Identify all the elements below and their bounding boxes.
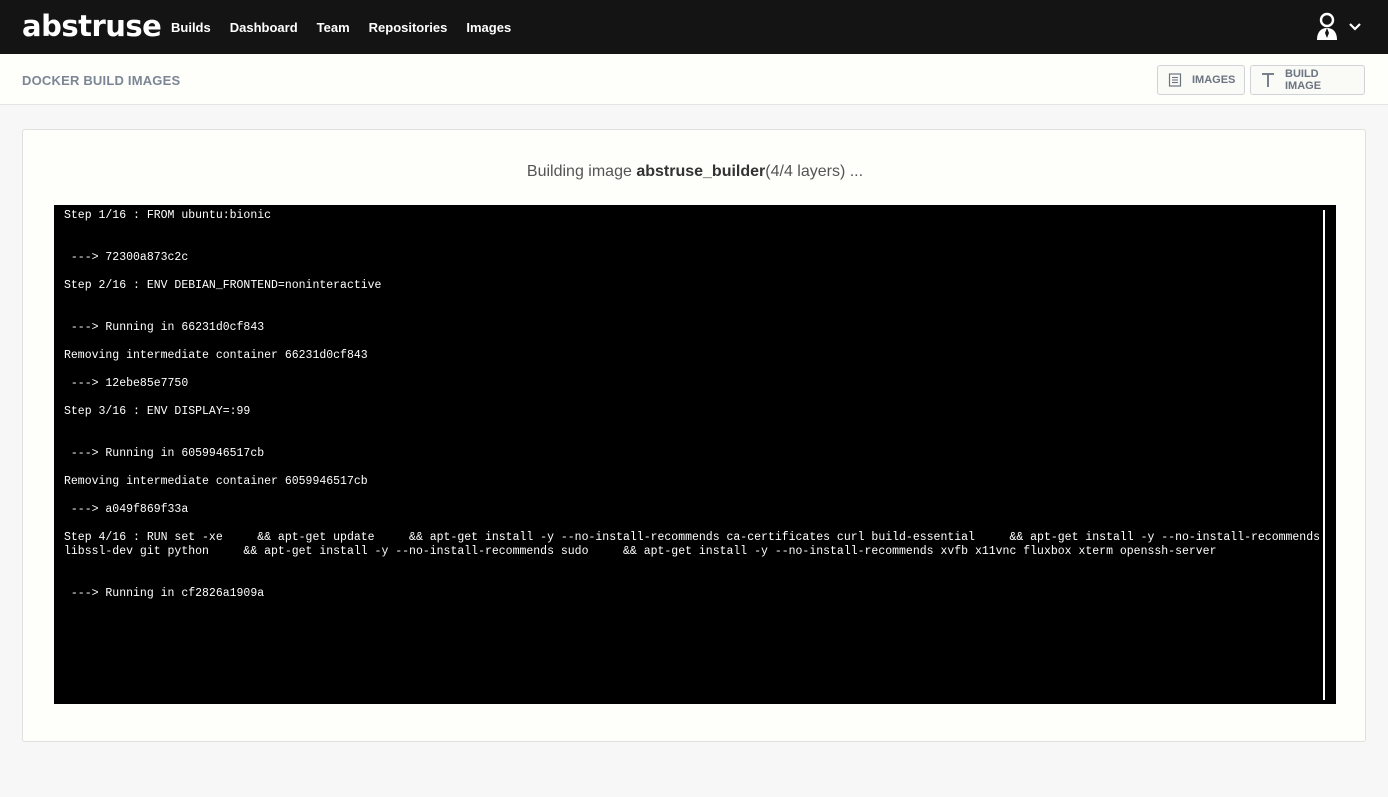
- build-image-button[interactable]: BUILD IMAGE: [1250, 65, 1365, 95]
- build-card: Building image abstruse_builder(4/4 laye…: [22, 129, 1366, 742]
- images-button-label: IMAGES: [1192, 74, 1236, 86]
- log-line: ---> Running in cf2826a1909a: [64, 587, 265, 600]
- log-line: Step 4/16 : RUN set -xe && apt-get updat…: [64, 531, 1321, 558]
- main-nav: Builds Dashboard Team Repositories Image…: [171, 0, 530, 54]
- build-status-suffix: (4/4 layers) ...: [765, 163, 864, 180]
- log-line: Removing intermediate container 66231d0c…: [64, 349, 368, 362]
- log-line: ---> a049f869f33a: [64, 503, 189, 516]
- log-line: ---> 72300a873c2c: [64, 251, 189, 264]
- page-header: DOCKER BUILD IMAGES IMAGES BUILD IMAGE: [0, 54, 1388, 105]
- build-log-terminal[interactable]: Step 1/16 : FROM ubuntu:bionic ---> 7230…: [54, 205, 1336, 704]
- log-line: Removing intermediate container 60599465…: [64, 475, 368, 488]
- nav-item-dashboard[interactable]: Dashboard: [230, 20, 298, 35]
- log-line: Step 3/16 : ENV DISPLAY=:99: [64, 405, 251, 418]
- build-status-prefix: Building image: [526, 163, 637, 180]
- build-status: Building image abstruse_builder(4/4 laye…: [23, 163, 1367, 181]
- page-title: DOCKER BUILD IMAGES: [22, 73, 181, 88]
- chevron-down-icon: [1348, 22, 1362, 32]
- build-image-button-label: BUILD IMAGE: [1285, 68, 1322, 92]
- nav-item-repositories[interactable]: Repositories: [369, 20, 448, 35]
- text-t-icon: [1261, 72, 1275, 88]
- log-line: ---> Running in 6059946517cb: [64, 447, 265, 460]
- images-button[interactable]: IMAGES: [1157, 65, 1245, 95]
- log-line: ---> Running in 66231d0cf843: [64, 321, 265, 334]
- terminal-scrollbar[interactable]: [1323, 210, 1325, 700]
- list-icon: [1168, 73, 1182, 87]
- build-image-name: abstruse_builder: [636, 163, 766, 180]
- top-navbar: abstruse Builds Dashboard Team Repositor…: [0, 0, 1388, 54]
- log-line: Step 1/16 : FROM ubuntu:bionic: [64, 209, 272, 222]
- nav-item-team[interactable]: Team: [317, 20, 350, 35]
- log-line: Step 2/16 : ENV DEBIAN_FRONTEND=noninter…: [64, 279, 382, 292]
- user-avatar-icon: [1314, 12, 1340, 42]
- user-menu[interactable]: [1314, 12, 1366, 42]
- log-line: ---> 12ebe85e7750: [64, 377, 189, 390]
- app-logo[interactable]: abstruse: [22, 9, 162, 43]
- nav-item-images[interactable]: Images: [466, 20, 511, 35]
- nav-item-builds[interactable]: Builds: [171, 20, 211, 35]
- terminal-output: Step 1/16 : FROM ubuntu:bionic ---> 7230…: [64, 209, 1326, 615]
